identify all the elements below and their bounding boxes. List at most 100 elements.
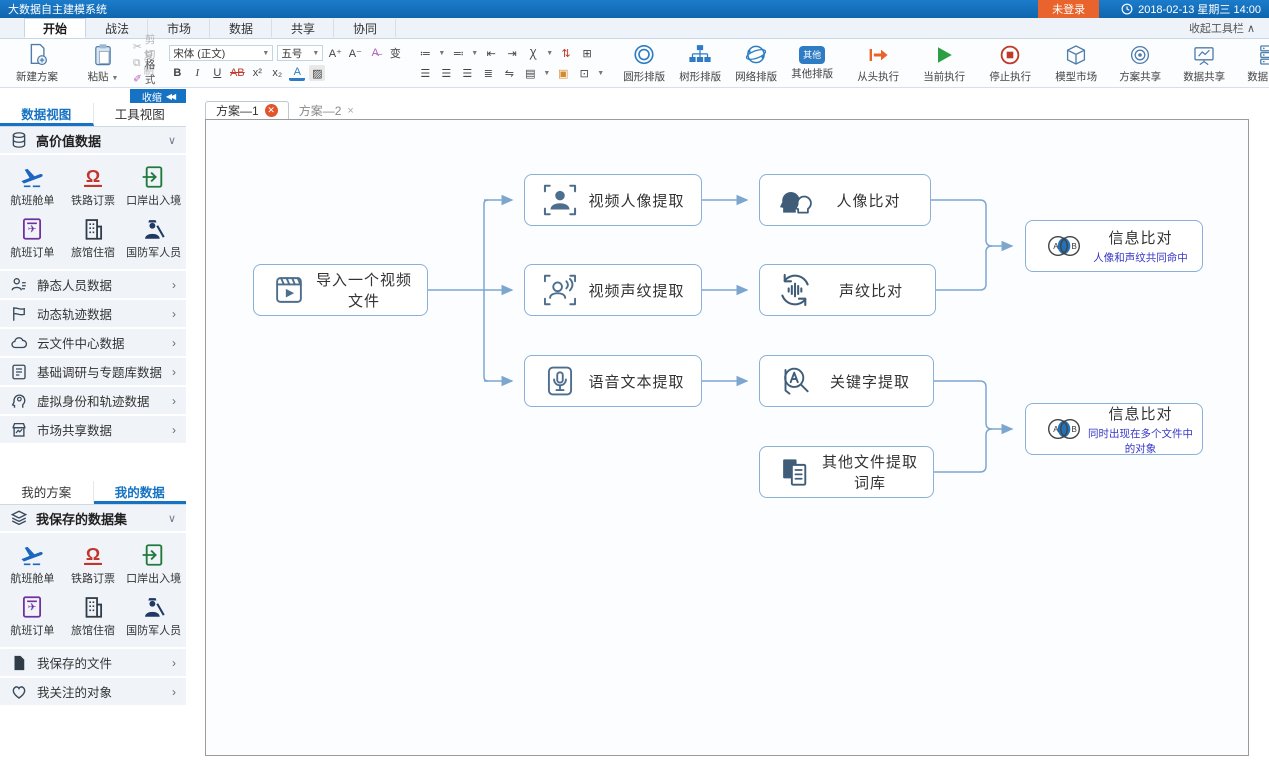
passport-icon [141, 164, 167, 190]
other-layout-button[interactable]: 其他 其他排版 [786, 41, 838, 85]
dataset-border-entry[interactable]: 口岸出入境 [123, 159, 184, 211]
asian-layout-button[interactable]: Ꭓ [525, 45, 541, 61]
ribbon-tab-collab[interactable]: 协同 [334, 18, 396, 38]
shading-button[interactable]: ▣ [555, 65, 571, 81]
tab-data-view[interactable]: 数据视图 [0, 103, 94, 126]
data-retention-button[interactable]: 数据留存 [1242, 41, 1269, 85]
underline-button[interactable]: U [209, 65, 225, 81]
node-face-compare[interactable]: 人像比对 [759, 174, 931, 226]
dataset-hotel-stay[interactable]: 旅馆住宿 [63, 211, 124, 263]
justify-button[interactable]: ≣ [480, 65, 496, 81]
subscript-button[interactable]: x₂ [269, 65, 285, 81]
dataset-flight-order[interactable]: 航班订单 [2, 589, 63, 641]
borders-button[interactable]: ⊡ [576, 65, 592, 81]
plan-tab-2[interactable]: 方案—2 × [289, 101, 364, 120]
bullet-list-button[interactable]: ≔ [417, 45, 433, 61]
tab-my-plans[interactable]: 我的方案 [0, 481, 94, 504]
login-status-badge[interactable]: 未登录 [1038, 0, 1099, 18]
category-virtual-identity[interactable]: 虚拟身份和轨迹数据 › [0, 387, 186, 416]
dataset-military-personnel[interactable]: 国防军人员 [123, 211, 184, 263]
phonetic-button[interactable]: 变 [387, 45, 403, 61]
category-dynamic-track[interactable]: 动态轨迹数据 › [0, 300, 186, 329]
category-market-shared[interactable]: 市场共享数据 › [0, 416, 186, 445]
node-face-extract[interactable]: 视频人像提取 [524, 174, 702, 226]
node-import-video[interactable]: 导入一个视频文件 [253, 264, 428, 316]
bold-button[interactable]: B [169, 65, 185, 81]
ribbon-tab-data[interactable]: 数据 [210, 18, 272, 38]
format-painter-button[interactable]: ✐ 格式刷 [133, 72, 155, 86]
paste-button[interactable]: 粘贴 ▼ [77, 41, 129, 85]
network-layout-button[interactable]: 网络排版 [730, 41, 782, 85]
line-spacing-button[interactable]: ▤ [522, 65, 538, 81]
person-icon [10, 276, 28, 294]
strikethrough-button[interactable]: AB [229, 65, 245, 81]
show-marks-button[interactable]: ⊞ [579, 45, 595, 61]
increase-indent-button[interactable]: ⇥ [504, 45, 520, 61]
collapse-toolbar-button[interactable]: 收起工具栏 ∧ [1189, 18, 1255, 38]
distribute-button[interactable]: ⇋ [501, 65, 517, 81]
dataset-flight-order[interactable]: 航班订单 [2, 211, 63, 263]
node-keyword-extract[interactable]: 关键字提取 [759, 355, 934, 407]
category-cloud-files[interactable]: 云文件中心数据 › [0, 329, 186, 358]
node-info-compare-2[interactable]: A B 信息比对 同时出现在多个文件中的对象 [1025, 403, 1203, 455]
numbered-list-button[interactable]: ≕ [450, 45, 466, 61]
clear-format-button[interactable]: A̶ [367, 45, 383, 61]
align-right-button[interactable]: ☰ [459, 65, 475, 81]
run-from-start-button[interactable]: 从头执行 [852, 41, 904, 85]
font-size-select[interactable]: 五号▼ [277, 45, 323, 61]
category-static-personnel[interactable]: 静态人员数据 › [0, 271, 186, 300]
font-family-select[interactable]: 宋体 (正文)▼ [169, 45, 273, 61]
new-plan-button[interactable]: 新建方案 [11, 41, 63, 85]
model-market-button[interactable]: 模型市场 [1050, 41, 1102, 85]
dataset-border-entry[interactable]: 口岸出入境 [123, 537, 184, 589]
superscript-button[interactable]: x² [249, 65, 265, 81]
ribbon-tab-start[interactable]: 开始 [24, 18, 86, 38]
dataset-flight-manifest[interactable]: 航班舱单 [2, 159, 63, 211]
ribbon-tab-row: 开始 战法 市场 数据 共享 协同 收起工具栏 ∧ [0, 18, 1269, 39]
node-info-compare-1[interactable]: A B 信息比对 人像和声纹共同命中 [1025, 220, 1203, 272]
my-saved-files[interactable]: 我保存的文件 › [0, 649, 186, 678]
run-current-button[interactable]: 当前执行 [918, 41, 970, 85]
dataset-military-personnel[interactable]: 国防军人员 [123, 589, 184, 641]
data-share-button[interactable]: 数据共享 [1178, 41, 1230, 85]
close-tab-icon[interactable]: × [347, 105, 353, 117]
highlight-button[interactable]: ▨ [309, 65, 325, 81]
dataset-rail-ticket[interactable]: 铁路订票 [63, 159, 124, 211]
dataset-rail-ticket[interactable]: 铁路订票 [63, 537, 124, 589]
sidebar-collapse-button[interactable]: 收缩 ◀◀ [130, 89, 186, 103]
ribbon-tab-market[interactable]: 市场 [148, 18, 210, 38]
tree-layout-button[interactable]: 树形排版 [674, 41, 726, 85]
sort-button[interactable]: ⇅ [558, 45, 574, 61]
saved-datasets-header[interactable]: 我保存的数据集 ∨ [0, 505, 186, 533]
storefront-icon [10, 421, 28, 439]
node-other-files-lexicon[interactable]: 其他文件提取词库 [759, 446, 934, 498]
cube-outline-icon [1063, 43, 1089, 67]
plan-share-button[interactable]: 方案共享 [1114, 41, 1166, 85]
high-value-data-header[interactable]: 高价值数据 ∨ [0, 127, 186, 155]
node-voiceprint-extract[interactable]: 视频声纹提取 [524, 264, 702, 316]
node-voiceprint-compare[interactable]: 声纹比对 [759, 264, 936, 316]
face-scan-icon [540, 181, 580, 219]
decrease-indent-button[interactable]: ⇤ [483, 45, 499, 61]
shrink-font-button[interactable]: A⁻ [347, 45, 363, 61]
plan-tab-1[interactable]: 方案—1 ✕ [205, 101, 289, 120]
ribbon-tab-tactics[interactable]: 战法 [86, 18, 148, 38]
sidebar-my-tabs: 我的方案 我的数据 [0, 481, 186, 505]
grow-font-button[interactable]: A⁺ [327, 45, 343, 61]
ribbon-tab-share[interactable]: 共享 [272, 18, 334, 38]
tab-my-data[interactable]: 我的数据 [94, 481, 187, 504]
tab-tool-view[interactable]: 工具视图 [94, 103, 187, 126]
my-followed-objects[interactable]: 我关注的对象 › [0, 678, 186, 707]
circular-layout-button[interactable]: 圆形排版 [618, 41, 670, 85]
stop-execution-button[interactable]: 停止执行 [984, 41, 1036, 85]
category-research-library[interactable]: 基础调研与专题库数据 › [0, 358, 186, 387]
node-speech-to-text[interactable]: 语音文本提取 [524, 355, 702, 407]
italic-button[interactable]: I [189, 65, 205, 81]
align-left-button[interactable]: ☰ [417, 65, 433, 81]
align-center-button[interactable]: ☰ [438, 65, 454, 81]
flow-canvas[interactable]: 导入一个视频文件 视频人像提取 视频声纹提取 [205, 119, 1249, 756]
close-tab-icon[interactable]: ✕ [265, 104, 278, 117]
font-color-button[interactable]: A [289, 66, 305, 81]
dataset-hotel-stay[interactable]: 旅馆住宿 [63, 589, 124, 641]
dataset-flight-manifest[interactable]: 航班舱单 [2, 537, 63, 589]
